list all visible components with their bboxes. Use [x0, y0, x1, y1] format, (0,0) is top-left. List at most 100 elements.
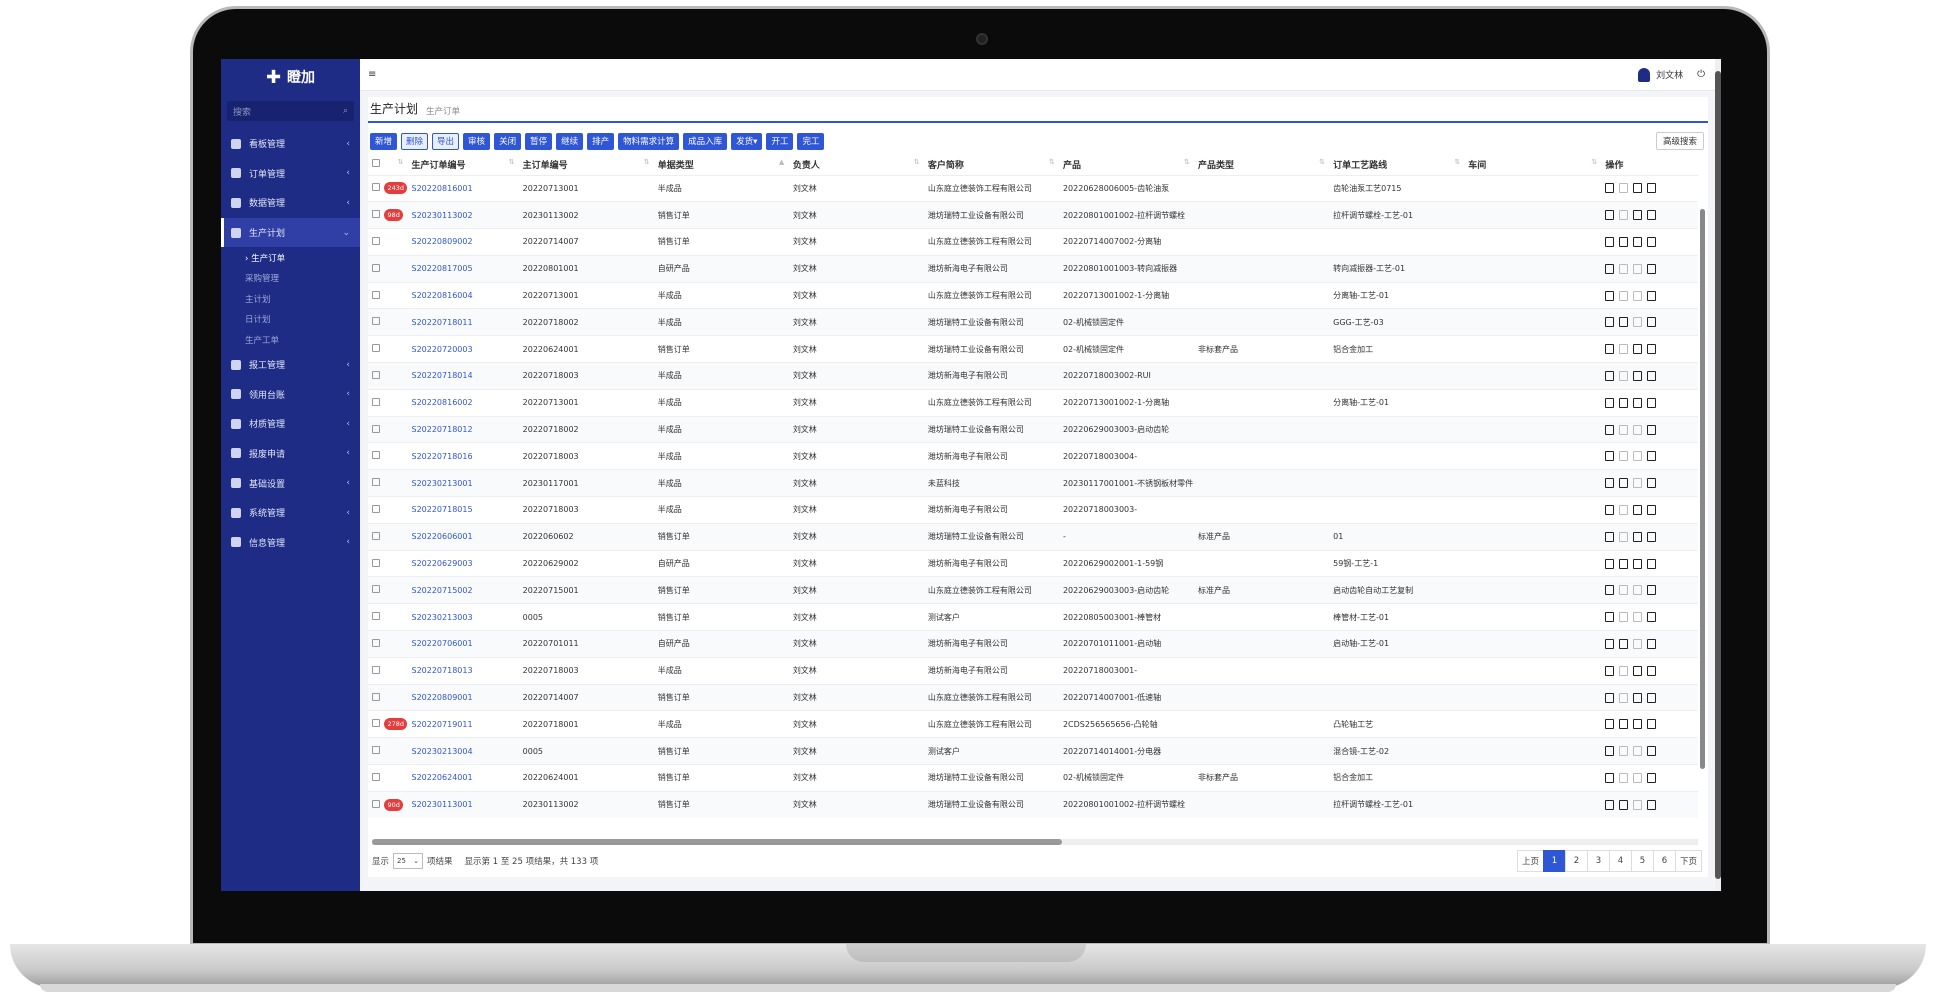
print-icon[interactable] — [1633, 397, 1643, 408]
delete-icon[interactable] — [1647, 746, 1657, 757]
edit-icon[interactable] — [1619, 585, 1629, 596]
delete-icon[interactable] — [1647, 772, 1657, 783]
row-checkbox[interactable] — [372, 612, 380, 621]
print-icon[interactable] — [1633, 746, 1643, 757]
page-button[interactable]: 3 — [1586, 850, 1610, 872]
sidebar-item[interactable]: 领用台账 ‹ — [221, 379, 360, 409]
toolbar-button[interactable]: 关闭 — [494, 132, 522, 150]
delete-icon[interactable] — [1647, 799, 1657, 810]
print-icon[interactable] — [1633, 665, 1643, 676]
row-checkbox[interactable] — [372, 236, 380, 245]
print-icon[interactable] — [1633, 531, 1643, 542]
print-icon[interactable] — [1633, 210, 1643, 221]
print-icon[interactable] — [1633, 478, 1643, 489]
order-code-link[interactable]: S20220624001 — [411, 773, 472, 782]
table-row[interactable]: S20220715002 20220715001 销售订单 刘文林 山东庭立德装饰工程有… — [368, 576, 1698, 604]
order-code-link[interactable]: S20220606001 — [411, 532, 472, 541]
order-code-link[interactable]: S20220816001 — [411, 184, 472, 193]
toolbar-button[interactable]: 继续 — [556, 132, 584, 150]
table-row[interactable]: S20220718013 20220718003 半成品 刘文林 潍坊新海电子有限公司 2… — [368, 656, 1698, 685]
delete-icon[interactable] — [1647, 236, 1657, 247]
view-icon[interactable] — [1605, 558, 1615, 569]
row-checkbox[interactable] — [372, 772, 380, 781]
print-icon[interactable] — [1633, 344, 1643, 355]
sort-icon[interactable]: ▲ — [779, 158, 784, 166]
row-checkbox[interactable] — [372, 692, 380, 701]
sidebar-item[interactable]: 信息管理 ‹ — [221, 527, 360, 557]
table-row[interactable]: S20230213001 20230117001 半成品 刘文林 未蓝科技 2023011… — [368, 469, 1698, 497]
delete-icon[interactable] — [1647, 719, 1657, 730]
toolbar-button[interactable]: 暂停 — [525, 132, 553, 150]
print-icon[interactable] — [1633, 451, 1643, 462]
order-code-link[interactable]: S20230213003 — [411, 613, 472, 622]
advanced-search-button[interactable]: 高级搜索 — [1655, 132, 1704, 150]
edit-icon[interactable] — [1619, 638, 1629, 649]
edit-icon[interactable] — [1619, 478, 1629, 489]
edit-icon[interactable] — [1619, 692, 1629, 703]
toolbar-button[interactable]: 新增 — [370, 132, 398, 150]
column-header[interactable]: ⇅ 主订单编号 — [509, 155, 654, 175]
page-button[interactable]: 4 — [1608, 850, 1632, 872]
print-icon[interactable] — [1633, 799, 1643, 810]
print-icon[interactable] — [1633, 585, 1643, 596]
column-header[interactable]: ▲ 负责人 — [779, 155, 924, 175]
delete-icon[interactable] — [1647, 424, 1657, 435]
table-row[interactable]: 90d S20230113001 20230113002 销售订单 刘文林 潍坊瑞特工业设… — [368, 790, 1698, 819]
order-code-link[interactable]: S20220720003 — [411, 345, 472, 354]
row-checkbox[interactable] — [372, 397, 380, 406]
edit-icon[interactable] — [1619, 183, 1629, 194]
sort-icon[interactable]: ⇅ — [1591, 158, 1597, 166]
table-row[interactable]: S20220624001 20220624001 销售订单 刘文林 潍坊瑞特工业设备有限… — [368, 764, 1698, 792]
row-checkbox[interactable] — [372, 504, 380, 513]
row-checkbox[interactable] — [372, 558, 380, 567]
order-code-link[interactable]: S20220809001 — [411, 693, 472, 702]
edit-icon[interactable] — [1619, 612, 1629, 623]
row-checkbox[interactable] — [372, 263, 380, 272]
view-icon[interactable] — [1605, 585, 1615, 596]
order-code-link[interactable]: S20220718012 — [411, 425, 472, 434]
table-row[interactable]: S20220720003 20220624001 销售订单 刘文林 潍坊瑞特工业设备有限… — [368, 335, 1698, 363]
edit-icon[interactable] — [1619, 424, 1629, 435]
view-icon[interactable] — [1605, 236, 1615, 247]
delete-icon[interactable] — [1647, 638, 1657, 649]
delete-icon[interactable] — [1647, 665, 1657, 676]
order-code-link[interactable]: S20220718015 — [411, 505, 472, 514]
sidebar-subitem[interactable]: 采购管理 — [221, 268, 360, 289]
table-row[interactable]: S20230213004 0005 销售订单 刘文林 测试客户 2022071401400… — [368, 737, 1698, 765]
table-row[interactable]: S20220718015 20220718003 半成品 刘文林 潍坊新海电子有限公司 2… — [368, 496, 1698, 524]
delete-icon[interactable] — [1647, 558, 1657, 569]
row-checkbox[interactable] — [372, 183, 380, 192]
sort-icon[interactable]: ⇅ — [1454, 158, 1460, 166]
row-checkbox[interactable] — [372, 370, 380, 379]
table-vertical-scrollbar[interactable] — [1700, 197, 1707, 837]
table-row[interactable]: S20220629003 20220629002 自研产品 刘文林 潍坊新海电子有限公司… — [368, 549, 1698, 577]
view-icon[interactable] — [1605, 397, 1615, 408]
delete-icon[interactable] — [1647, 183, 1657, 194]
order-code-link[interactable]: S20230213001 — [411, 479, 472, 488]
scroll-thumb[interactable] — [372, 839, 1062, 845]
edit-icon[interactable] — [1619, 746, 1629, 757]
column-header[interactable]: ⇅ 单据类型 — [644, 155, 789, 175]
edit-icon[interactable] — [1619, 558, 1629, 569]
delete-icon[interactable] — [1647, 451, 1657, 462]
page-button[interactable]: 6 — [1652, 850, 1676, 872]
view-icon[interactable] — [1605, 504, 1615, 515]
table-row[interactable]: S20220718012 20220718002 半成品 刘文林 潍坊瑞特工业设备有限公… — [368, 415, 1698, 443]
brand-logo[interactable]: ✚ 瞪加 — [221, 59, 360, 95]
sidebar-item[interactable]: 看板管理 ‹ — [221, 129, 360, 159]
row-checkbox[interactable] — [372, 210, 380, 219]
delete-icon[interactable] — [1647, 531, 1657, 542]
print-icon[interactable] — [1633, 236, 1643, 247]
toolbar-button[interactable]: 开工 — [766, 132, 794, 150]
toolbar-button[interactable]: 完工 — [797, 132, 825, 150]
sort-icon[interactable]: ⇅ — [509, 158, 515, 166]
sort-icon[interactable]: ⇅ — [1319, 158, 1325, 166]
sidebar-subitem[interactable]: 日计划 — [221, 309, 360, 330]
print-icon[interactable] — [1633, 290, 1643, 301]
sidebar-item[interactable]: 报工管理 ‹ — [221, 350, 360, 380]
view-icon[interactable] — [1605, 317, 1615, 328]
row-checkbox[interactable] — [372, 531, 380, 540]
edit-icon[interactable] — [1619, 397, 1629, 408]
order-code-link[interactable]: S20220816002 — [411, 398, 472, 407]
column-header[interactable]: ⇅ 生产订单编号 — [397, 155, 518, 175]
